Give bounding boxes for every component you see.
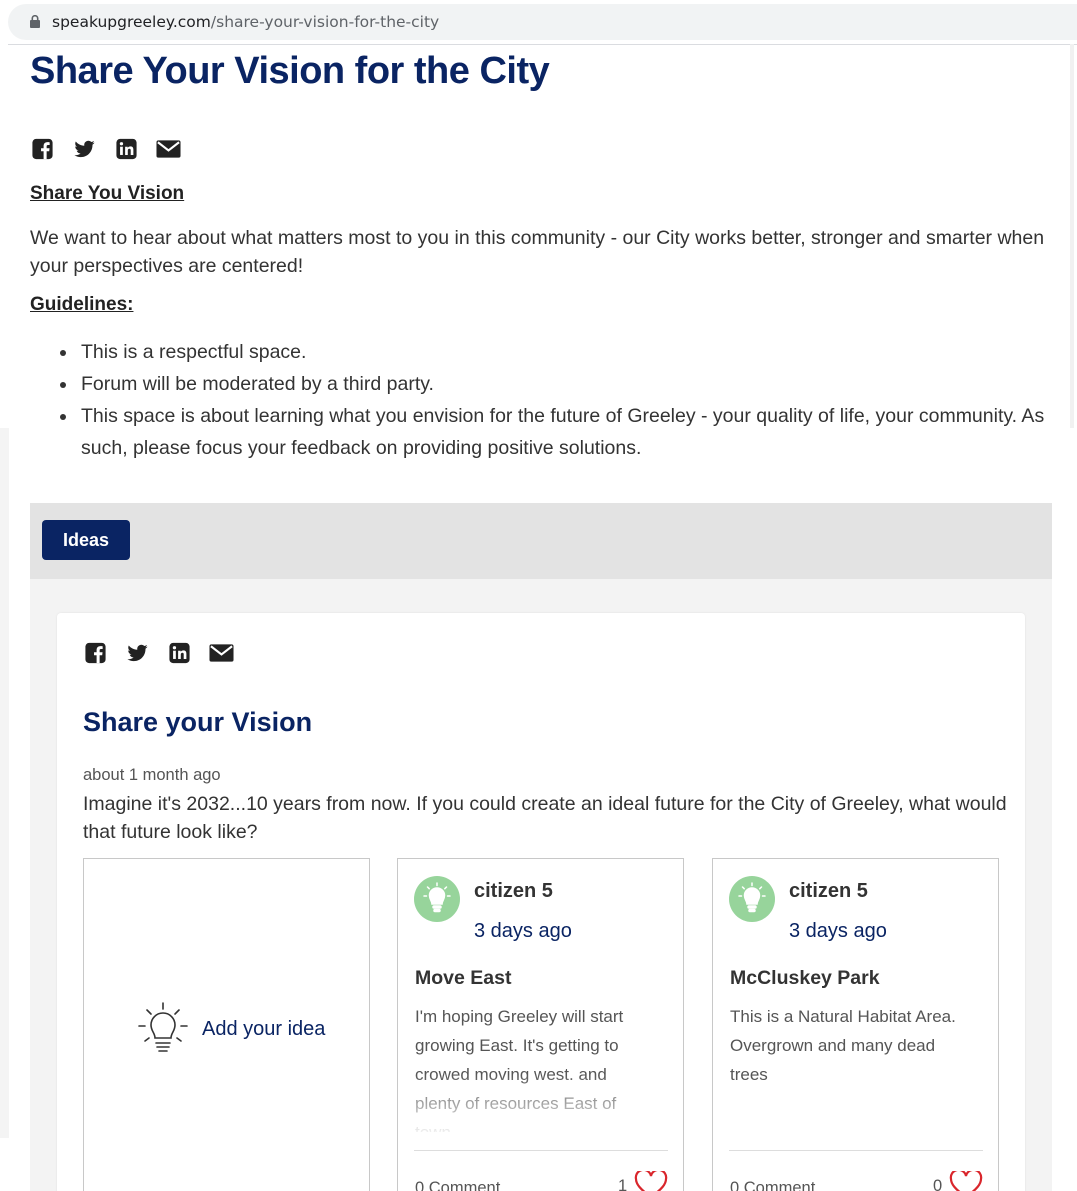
lock-icon xyxy=(30,15,40,28)
heart-icon[interactable] xyxy=(634,1171,668,1191)
add-idea-label[interactable]: Add your idea xyxy=(202,1018,325,1041)
idea-board-card: Share your Vision about 1 month ago Imag… xyxy=(57,613,1025,1191)
card-divider xyxy=(729,1150,983,1151)
guidelines-heading: Guidelines: xyxy=(30,294,134,315)
card-title: Share your Vision xyxy=(83,707,313,737)
page-title: Share Your Vision for the City xyxy=(30,50,550,92)
comment-count[interactable]: 0 Comment xyxy=(415,1179,500,1191)
lightbulb-icon xyxy=(423,882,451,913)
page-edge xyxy=(0,428,9,1138)
add-idea-tile[interactable]: Add your idea xyxy=(83,858,370,1191)
facebook-icon[interactable] xyxy=(83,642,108,664)
author-name: citizen 5 xyxy=(789,880,868,902)
guideline-item: This is a respectful space. xyxy=(58,336,1058,368)
author-name: citizen 5 xyxy=(474,880,553,902)
idea-body: This is a Natural Habitat Area. Overgrow… xyxy=(730,1007,956,1084)
avatar xyxy=(414,876,460,922)
scrollbar-track[interactable] xyxy=(1070,44,1074,428)
heart-icon[interactable] xyxy=(949,1171,983,1191)
email-icon[interactable] xyxy=(209,642,234,664)
guideline-item: Forum will be moderated by a third party… xyxy=(58,368,1058,400)
idea-title[interactable]: Move East xyxy=(415,967,511,990)
text-fade xyxy=(398,1074,658,1154)
url-path: /share-your-vision-for-the-city xyxy=(210,13,440,31)
share-bar-card xyxy=(83,642,234,664)
idea-time: 3 days ago xyxy=(474,920,572,942)
card-divider xyxy=(414,1150,668,1151)
posted-time: about 1 month ago xyxy=(83,766,221,784)
twitter-icon[interactable] xyxy=(72,138,97,160)
guideline-item: This space is about learning what you en… xyxy=(58,400,1058,464)
tab-ideas[interactable]: Ideas xyxy=(42,520,130,560)
tab-bar: Ideas xyxy=(30,503,1052,579)
facebook-icon[interactable] xyxy=(30,138,55,160)
idea-time: 3 days ago xyxy=(789,920,887,942)
section-heading[interactable]: Share You Vision xyxy=(30,183,184,205)
prompt-question: Imagine it's 2032...10 years from now. I… xyxy=(83,793,1007,843)
toolbar-divider xyxy=(8,44,1077,45)
avatar xyxy=(729,876,775,922)
share-bar-top xyxy=(30,138,181,160)
like-count: 0 xyxy=(933,1177,943,1191)
forum-panel: Ideas Share your Vision about 1 month ag… xyxy=(30,503,1052,1191)
comment-count[interactable]: 0 Comment xyxy=(730,1179,815,1191)
url-host: speakupgreeley.com xyxy=(52,13,211,31)
url-text: speakupgreeley.com/share-your-vision-for… xyxy=(52,13,439,31)
linkedin-icon[interactable] xyxy=(167,642,192,664)
guidelines-list: This is a respectful space. Forum will b… xyxy=(58,336,1058,464)
intro-text: We want to hear about what matters most … xyxy=(30,227,1045,277)
like-count: 1 xyxy=(618,1177,628,1191)
twitter-icon[interactable] xyxy=(125,642,150,664)
email-icon[interactable] xyxy=(156,138,181,160)
idea-card[interactable]: citizen 5 3 days ago Move East I'm hopin… xyxy=(397,858,684,1191)
idea-title[interactable]: McCluskey Park xyxy=(730,967,880,990)
address-bar[interactable]: speakupgreeley.com/share-your-vision-for… xyxy=(8,4,1077,40)
idea-card[interactable]: citizen 5 3 days ago McCluskey Park This… xyxy=(712,858,999,1191)
lightbulb-icon xyxy=(138,1002,188,1052)
lightbulb-icon xyxy=(738,882,766,913)
linkedin-icon[interactable] xyxy=(114,138,139,160)
